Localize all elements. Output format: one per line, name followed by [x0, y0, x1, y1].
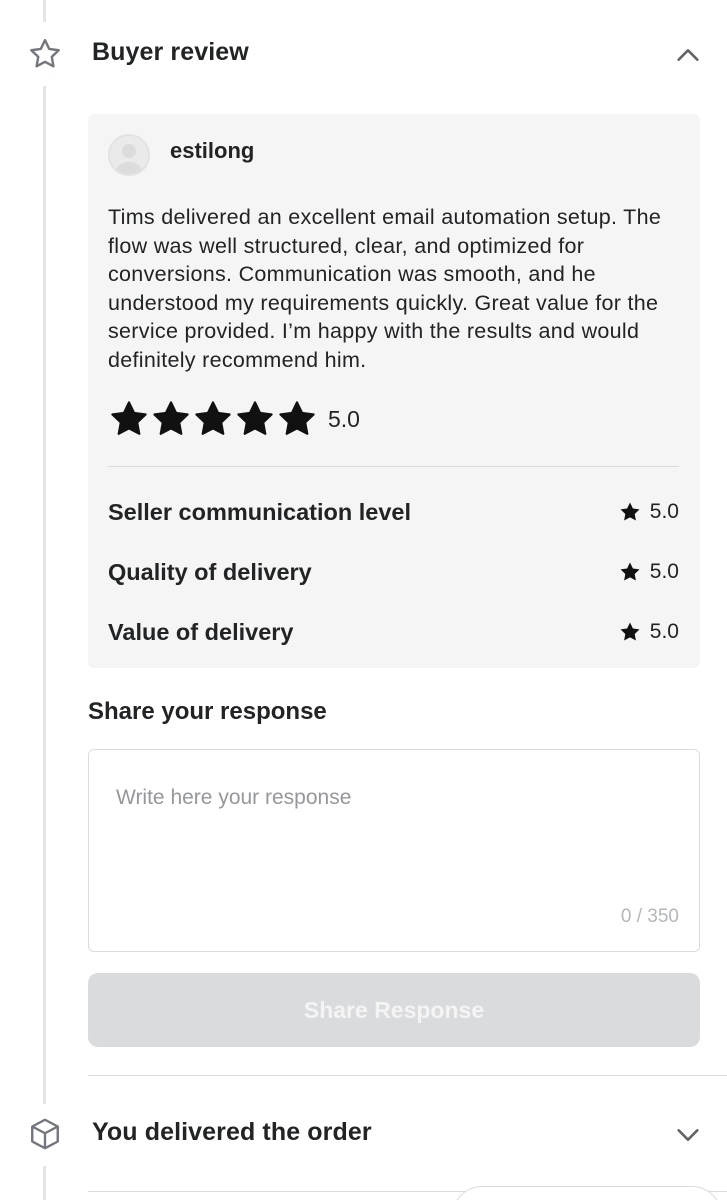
divider: [88, 1075, 727, 1076]
criterion-score-value: 5.0: [649, 560, 679, 583]
overall-rating-value: 5.0: [328, 405, 360, 432]
share-response-button[interactable]: Share Response: [88, 973, 700, 1047]
chevron-up-icon[interactable]: [671, 38, 705, 72]
timeline-rail: [43, 86, 46, 1104]
overall-rating: 5.0: [108, 397, 360, 441]
criterion-row: Value of delivery 5.0: [108, 614, 679, 650]
buyer-review-title[interactable]: Buyer review: [92, 38, 249, 67]
star-icon: [279, 401, 315, 435]
criterion-score: 5.0: [618, 560, 679, 584]
criterion-row: Quality of delivery 5.0: [108, 554, 679, 590]
delivered-order-title[interactable]: You delivered the order: [92, 1118, 372, 1147]
rating-stars: [108, 398, 318, 440]
criterion-label: Value of delivery: [108, 618, 294, 645]
reviewer-name[interactable]: estilong: [170, 138, 254, 164]
criterion-score: 5.0: [618, 620, 679, 644]
criterion-label: Seller communication level: [108, 498, 411, 525]
order-activity-page: Buyer review estilong Tims delivered an …: [0, 0, 727, 1200]
star-icon: [195, 401, 231, 435]
share-response-title: Share your response: [88, 698, 327, 725]
criterion-row: Seller communication level 5.0: [108, 494, 679, 530]
star-icon: [620, 562, 640, 581]
criterion-score-value: 5.0: [649, 500, 679, 523]
avatar: [108, 134, 150, 176]
criterion-score-value: 5.0: [649, 620, 679, 643]
character-counter: 0 / 350: [620, 906, 679, 927]
criterion-label: Quality of delivery: [108, 558, 312, 585]
chevron-down-icon[interactable]: [671, 1118, 705, 1152]
star-icon: [111, 401, 147, 435]
box-icon: [27, 1116, 63, 1152]
floating-button[interactable]: [452, 1186, 722, 1200]
timeline-rail: [43, 1166, 46, 1200]
review-card: estilong Tims delivered an excellent ema…: [88, 114, 700, 668]
criterion-score: 5.0: [618, 500, 679, 524]
star-icon: [620, 502, 640, 521]
review-text: Tims delivered an excellent email automa…: [108, 205, 662, 372]
divider: [108, 466, 679, 467]
star-outline-icon: [27, 36, 63, 72]
star-icon: [237, 401, 273, 435]
timeline-rail: [43, 0, 46, 22]
star-icon: [153, 401, 189, 435]
star-icon: [620, 622, 640, 641]
